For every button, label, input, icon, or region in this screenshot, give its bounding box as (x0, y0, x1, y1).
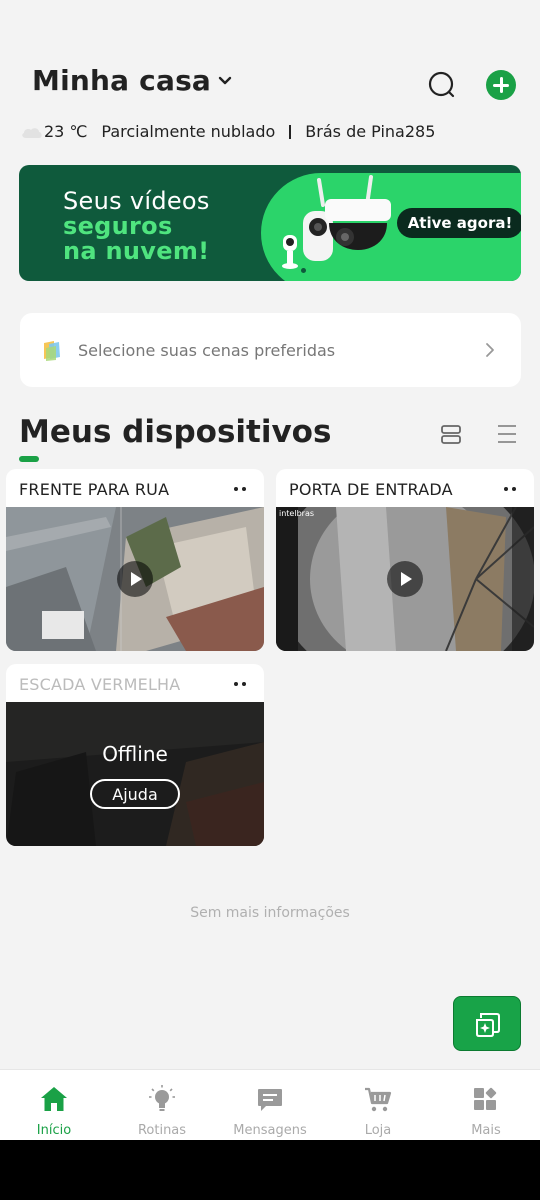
search-icon[interactable] (426, 70, 456, 100)
message-icon (258, 1089, 282, 1111)
nav-label: Início (36, 1123, 72, 1138)
ai-assistant-button[interactable] (453, 996, 521, 1051)
chevron-right-icon (486, 343, 494, 357)
play-button[interactable] (387, 561, 423, 597)
nav-item-mais[interactable]: Mais (432, 1070, 540, 1141)
list-view-icon[interactable] (496, 423, 518, 445)
scenes-selector[interactable]: Selecione suas cenas preferidas (20, 313, 521, 387)
home-title: Minha casa (32, 64, 212, 97)
weather-condition: Parcialmente nublado (101, 122, 276, 141)
banner-line-1: Seus vídeos (63, 187, 210, 215)
device-card[interactable]: PORTA DE ENTRADA intelbras (276, 469, 534, 651)
device-card[interactable]: FRENTE PARA RUA (6, 469, 264, 651)
nav-label: Mais (471, 1123, 501, 1138)
more-options-icon[interactable] (234, 682, 248, 687)
home-selector[interactable]: Minha casa (32, 64, 233, 97)
nav-item-inicio[interactable]: Início (0, 1070, 108, 1141)
nav-item-loja[interactable]: Loja (324, 1070, 432, 1141)
section-underline (19, 456, 39, 462)
end-of-list-text: Sem mais informações (190, 905, 350, 921)
camera-illustration (282, 175, 391, 269)
system-navigation-bar (0, 1140, 540, 1200)
banner-line-3: na nuvem! (63, 237, 210, 265)
nav-item-rotinas[interactable]: Rotinas (108, 1070, 216, 1141)
temperature: 23 ℃ (44, 122, 88, 141)
activate-now-button[interactable]: Ative agora! (397, 208, 521, 238)
add-device-button[interactable] (486, 70, 516, 100)
grid-icon (474, 1087, 497, 1110)
camera-thumbnail[interactable] (6, 507, 264, 651)
device-name: ESCADA VERMELHA (19, 675, 181, 694)
ai-sparkle-icon (476, 1013, 500, 1037)
scenes-icon (44, 341, 60, 361)
device-card[interactable]: ESCADA VERMELHA Offline Ajuda (6, 664, 264, 846)
play-button[interactable] (117, 561, 153, 597)
nav-item-mensagens[interactable]: Mensagens (216, 1070, 324, 1141)
more-options-icon[interactable] (504, 487, 518, 492)
carousel-indicator (301, 268, 306, 273)
device-name: FRENTE PARA RUA (19, 480, 170, 499)
nav-label: Rotinas (137, 1123, 187, 1138)
grid-view-icon[interactable] (440, 423, 462, 445)
divider (289, 124, 292, 139)
cloud-promo-banner[interactable]: Seus vídeos seguros na nuvem! Ative agor… (19, 165, 521, 281)
camera-thumbnail: Offline Ajuda (6, 702, 264, 846)
weather-row: 23 ℃ Parcialmente nublado Brás de Pina28… (20, 122, 435, 141)
cloud-icon (22, 127, 42, 138)
nav-label: Loja (364, 1123, 392, 1138)
scenes-label: Selecione suas cenas preferidas (78, 340, 336, 360)
location: Brás de Pina285 (305, 122, 436, 141)
section-title: Meus dispositivos (19, 414, 332, 450)
cart-icon (365, 1087, 392, 1112)
help-button[interactable]: Ajuda (90, 779, 180, 809)
chevron-down-icon (218, 76, 232, 84)
camera-brand-overlay: intelbras (279, 509, 315, 518)
banner-line-2: seguros (63, 212, 173, 240)
bottom-navigation: Início Rotinas Mensagens Loja Mais (0, 1069, 540, 1140)
nav-label: Mensagens (233, 1123, 307, 1138)
lightbulb-icon (149, 1085, 175, 1111)
offline-status: Offline (102, 742, 168, 766)
header: Minha casa 23 ℃ Parcialmente nublado Brá… (0, 0, 540, 160)
more-options-icon[interactable] (234, 487, 248, 492)
home-icon (41, 1087, 67, 1111)
device-name: PORTA DE ENTRADA (289, 480, 453, 499)
camera-snapshot (6, 702, 264, 846)
camera-thumbnail[interactable]: intelbras (276, 507, 534, 651)
